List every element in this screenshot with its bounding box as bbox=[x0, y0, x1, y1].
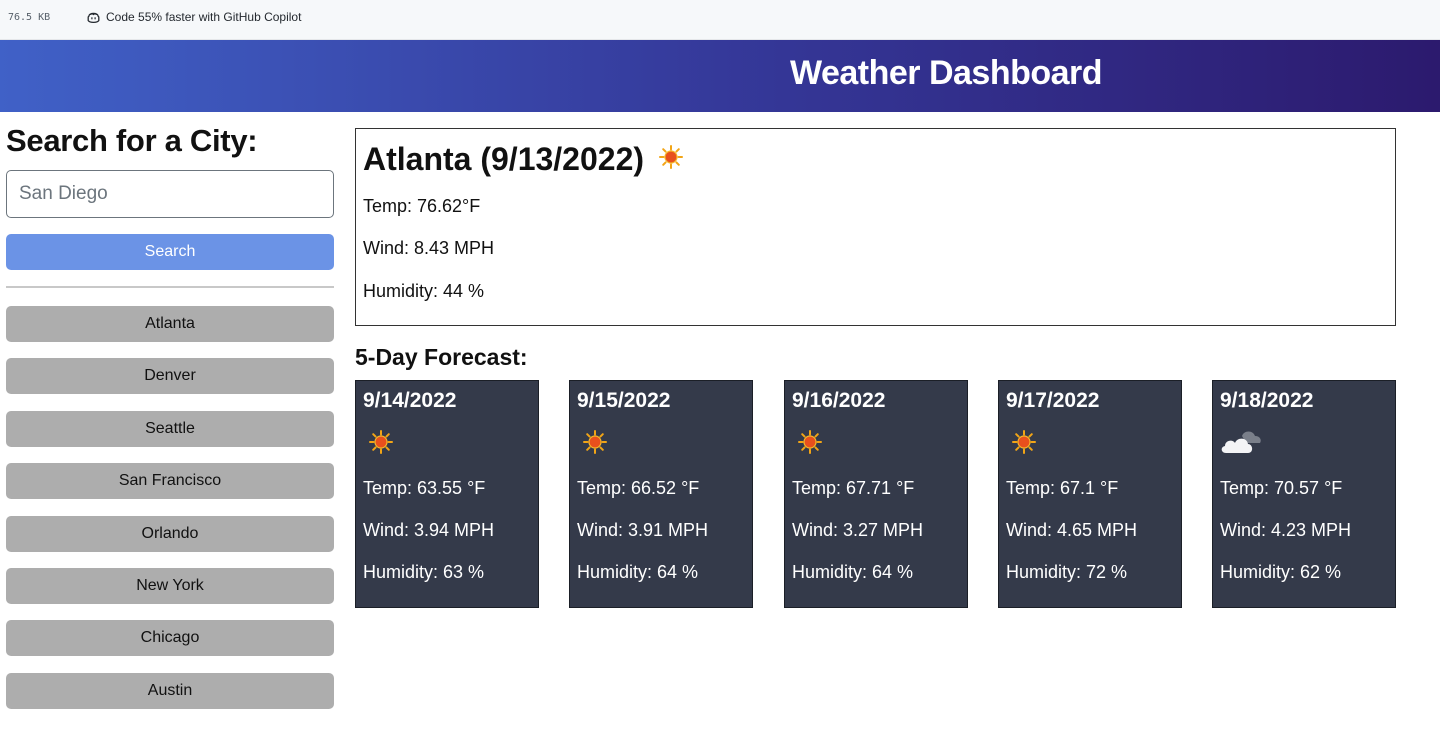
current-wind: Wind: 8.43 MPH bbox=[363, 238, 495, 258]
forecast-humidity: Humidity: 63 % bbox=[363, 562, 485, 582]
sun-icon bbox=[1011, 429, 1051, 459]
forecast-card: 9/18/2022 Temp: 70.57 °F Wind: 4.23 MPH … bbox=[1212, 380, 1396, 608]
forecast-wind: Wind: 4.23 MPH bbox=[1220, 520, 1352, 540]
sun-icon bbox=[658, 139, 684, 179]
history-button-atlanta[interactable]: Atlanta bbox=[6, 306, 334, 342]
copilot-promo-link[interactable]: Code 55% faster with GitHub Copilot bbox=[86, 10, 301, 24]
sun-icon bbox=[797, 429, 837, 459]
copilot-icon bbox=[86, 11, 101, 24]
forecast-date: 9/18/2022 bbox=[1220, 389, 1314, 412]
history-button-orlando[interactable]: Orlando bbox=[6, 515, 334, 552]
forecast-temp: Temp: 70.57 °F bbox=[1220, 478, 1343, 498]
forecast-temp: Temp: 67.71 °F bbox=[792, 478, 915, 498]
search-heading: Search for a City: bbox=[6, 123, 258, 158]
search-button[interactable]: Search bbox=[6, 234, 334, 270]
forecast-humidity: Humidity: 62 % bbox=[1220, 562, 1342, 582]
forecast-wind: Wind: 4.65 MPH bbox=[1006, 520, 1138, 540]
forecast-card: 9/15/2022 Temp: 66.52 °F Wind: 3.91 MPH … bbox=[569, 380, 753, 608]
forecast-wind: Wind: 3.94 MPH bbox=[363, 520, 495, 540]
search-sidebar: Search for a City: Search Atlanta Denver… bbox=[6, 120, 334, 709]
sun-icon bbox=[582, 429, 622, 459]
search-history: Atlanta Denver Seattle San Francisco Orl… bbox=[6, 306, 334, 725]
page-header: Weather Dashboard bbox=[0, 40, 1440, 112]
forecast-date: 9/17/2022 bbox=[1006, 389, 1100, 412]
forecast-card: 9/16/2022 Temp: 67.71 °F Wind: 3.27 MPH … bbox=[784, 380, 968, 608]
city-search-input[interactable] bbox=[6, 170, 334, 218]
promo-text: Code 55% faster with GitHub Copilot bbox=[106, 10, 302, 24]
browser-info-bar: 76.5 KB Code 55% faster with GitHub Copi… bbox=[0, 0, 1440, 40]
history-button-denver[interactable]: Denver bbox=[6, 358, 334, 395]
forecast-temp: Temp: 63.55 °F bbox=[363, 478, 486, 498]
forecast-humidity: Humidity: 72 % bbox=[1006, 562, 1128, 582]
sidebar-divider bbox=[6, 286, 334, 288]
forecast-date: 9/16/2022 bbox=[792, 389, 886, 412]
forecast-wind: Wind: 3.91 MPH bbox=[577, 520, 709, 540]
forecast-heading: 5-Day Forecast: bbox=[355, 344, 528, 370]
forecast-humidity: Humidity: 64 % bbox=[792, 562, 914, 582]
forecast-temp: Temp: 67.1 °F bbox=[1006, 478, 1119, 498]
history-button-chicago[interactable]: Chicago bbox=[6, 620, 334, 657]
history-button-seattle[interactable]: Seattle bbox=[6, 410, 334, 447]
forecast-card: 9/17/2022 Temp: 67.1 °F Wind: 4.65 MPH H… bbox=[998, 380, 1182, 608]
forecast-humidity: Humidity: 64 % bbox=[577, 562, 699, 582]
cloud-icon bbox=[1218, 427, 1261, 457]
current-weather-panel: Atlanta (9/13/2022) Temp: 76.62°F Wind: … bbox=[355, 128, 1396, 326]
forecast-card: 9/14/2022 Temp: 63.55 °F Wind: 3.94 MPH … bbox=[355, 380, 539, 608]
history-button-austin[interactable]: Austin bbox=[6, 672, 334, 709]
current-city-heading: Atlanta (9/13/2022) bbox=[363, 139, 1395, 179]
page-title: Weather Dashboard bbox=[790, 54, 1103, 92]
sun-icon bbox=[368, 429, 408, 459]
current-temp: Temp: 76.62°F bbox=[363, 196, 481, 216]
forecast-date: 9/15/2022 bbox=[577, 389, 671, 412]
history-button-san-francisco[interactable]: San Francisco bbox=[6, 463, 334, 500]
current-city-date: Atlanta (9/13/2022) bbox=[363, 141, 645, 177]
current-humidity: Humidity: 44 % bbox=[363, 281, 485, 301]
forecast-wind: Wind: 3.27 MPH bbox=[792, 520, 924, 540]
history-button-new-york[interactable]: New York bbox=[6, 567, 334, 604]
forecast-cards: 9/14/2022 Temp: 63.55 °F Wind: 3.94 MPH … bbox=[355, 380, 1396, 608]
forecast-date: 9/14/2022 bbox=[363, 389, 457, 412]
file-size: 76.5 KB bbox=[8, 12, 51, 23]
forecast-temp: Temp: 66.52 °F bbox=[577, 478, 700, 498]
